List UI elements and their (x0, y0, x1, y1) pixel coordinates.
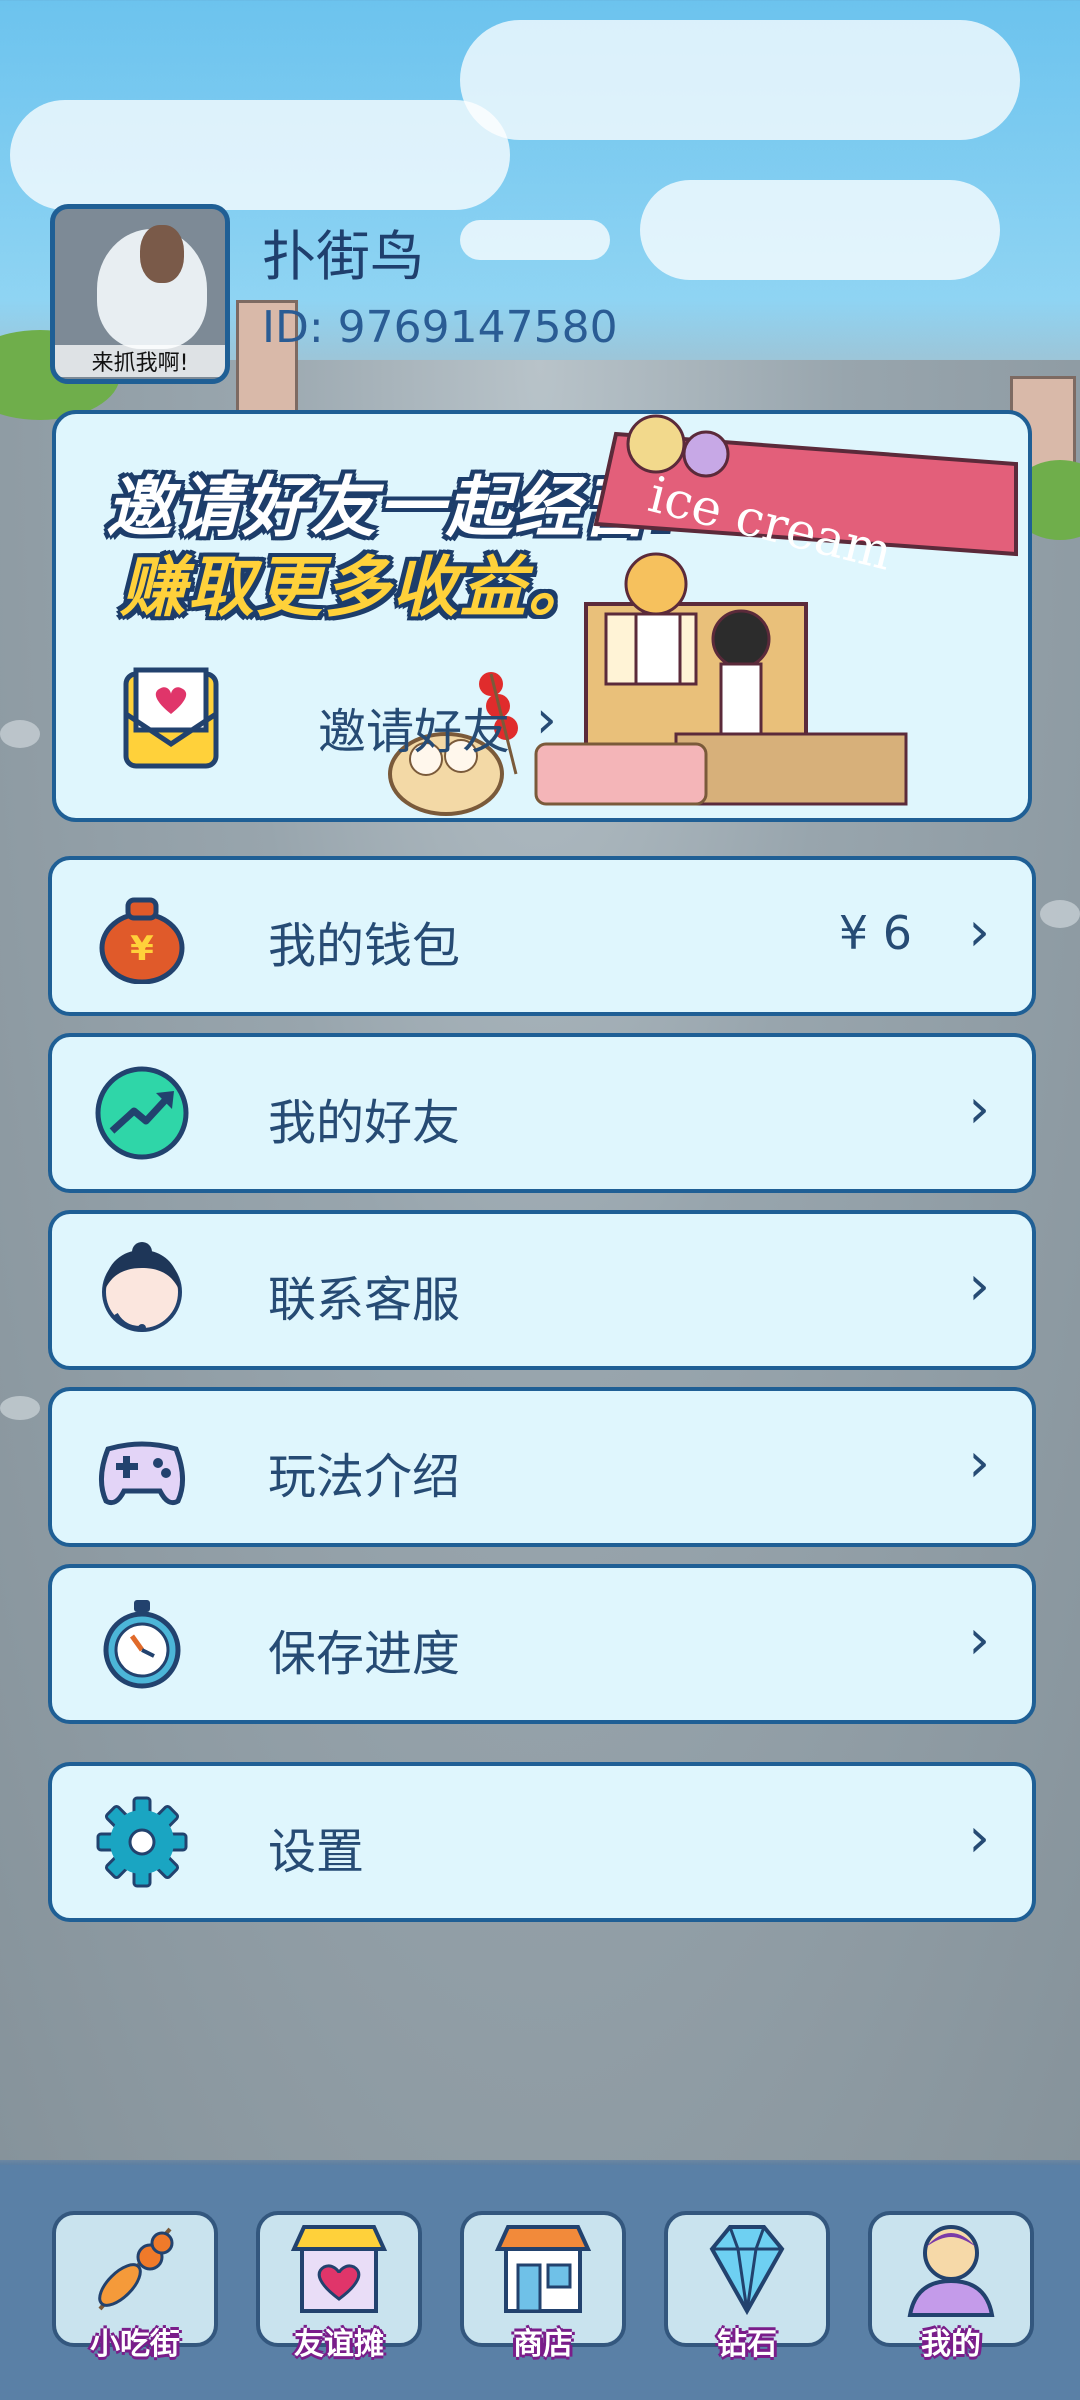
save-progress-label: 保存进度 (268, 1626, 461, 1682)
tab-mine[interactable]: 我的 (868, 2211, 1034, 2362)
chevron-right-icon: › (968, 1077, 990, 1140)
user-id: ID: 9769147580 (262, 302, 618, 353)
invite-friends-label: 邀请好友 (318, 704, 511, 760)
tab-label: 友谊摊 (294, 2327, 384, 2362)
tab-label: 钻石 (717, 2327, 777, 2362)
tab-shop[interactable]: 商店 (460, 2211, 626, 2362)
avatar[interactable]: 来抓我啊! (50, 204, 230, 384)
avatar-caption: 来抓我啊! (55, 345, 225, 377)
invite-friends-button[interactable]: 邀请好友 › (116, 664, 576, 774)
customer-service-label: 联系客服 (268, 1272, 461, 1328)
chevron-right-icon: › (968, 900, 990, 963)
shop-icon (494, 2225, 592, 2313)
tab-label: 我的 (921, 2327, 981, 2362)
menu-item-wallet[interactable]: ¥ 我的钱包 ¥ 6 › (48, 856, 1036, 1016)
pebble (0, 720, 40, 748)
svg-text:¥: ¥ (130, 929, 154, 969)
wallet-balance: ¥ 6 (838, 906, 912, 960)
menu-item-how-to-play[interactable]: 玩法介绍 › (48, 1387, 1036, 1547)
settings-label: 设置 (268, 1824, 365, 1880)
tab-label: 商店 (513, 2327, 573, 2362)
how-to-play-label: 玩法介绍 (268, 1449, 461, 1505)
invite-banner[interactable]: 邀请好友一起经营! 赚取更多收益。 ice cream 邀请好友 › (52, 410, 1032, 822)
avatar-face-image (140, 225, 184, 283)
cloud (460, 220, 610, 260)
user-icon (907, 2225, 995, 2317)
chevron-right-icon: › (968, 1806, 990, 1869)
cloud (460, 20, 1020, 140)
tab-friendship-stall[interactable]: 友谊摊 (256, 2211, 422, 2362)
friends-label: 我的好友 (268, 1095, 461, 1151)
gear-icon (96, 1796, 188, 1888)
menu-item-save-progress[interactable]: 保存进度 › (48, 1564, 1036, 1724)
diamond-icon (709, 2225, 785, 2316)
envelope-heart-icon (123, 667, 219, 769)
chevron-right-icon: › (968, 1608, 990, 1671)
tab-snack-street[interactable]: 小吃街 (52, 2211, 218, 2362)
username: 扑街鸟 (262, 225, 424, 288)
menu-item-settings[interactable]: 设置 › (48, 1762, 1036, 1922)
chevron-right-icon: › (968, 1254, 990, 1317)
stopwatch-icon (103, 1600, 181, 1689)
trend-up-icon (95, 1066, 189, 1160)
cloud (10, 100, 510, 210)
heart-stall-icon (290, 2225, 388, 2313)
money-bag-icon: ¥ (99, 897, 185, 984)
chevron-right-icon: › (968, 1431, 990, 1494)
chevron-right-icon: › (536, 690, 557, 750)
skewer-icon (98, 2227, 174, 2311)
cloud (640, 180, 1000, 280)
pebble (0, 1396, 40, 1420)
customer-service-icon (102, 1242, 182, 1332)
pebble (1040, 900, 1080, 928)
menu-item-customer-service[interactable]: 联系客服 › (48, 1210, 1036, 1370)
menu-item-friends[interactable]: 我的好友 › (48, 1033, 1036, 1193)
invite-subheadline: 赚取更多收益。 (120, 549, 596, 626)
gamepad-icon (99, 1441, 185, 1506)
bottom-tab-bar: 小吃街 友谊摊 商店 钻石 我的 (0, 2165, 1080, 2400)
wallet-label: 我的钱包 (268, 918, 461, 974)
tab-diamond[interactable]: 钻石 (664, 2211, 830, 2362)
tab-label: 小吃街 (90, 2327, 180, 2362)
